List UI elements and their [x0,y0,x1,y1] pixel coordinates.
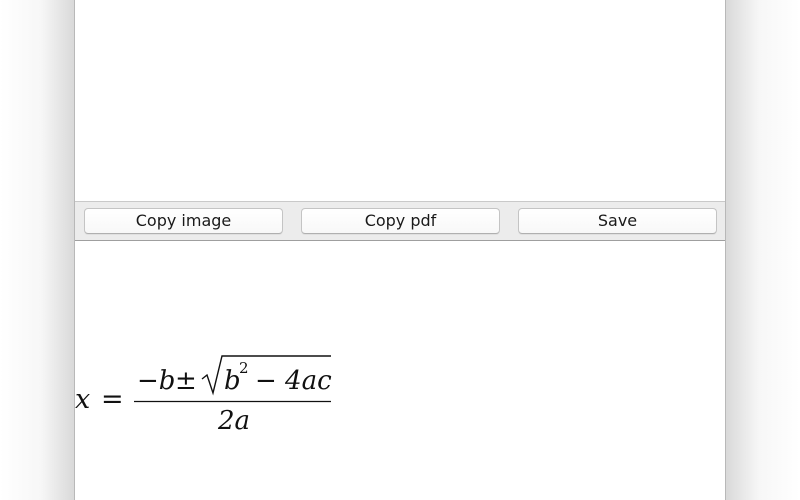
copy-image-button[interactable]: Copy image [84,208,283,234]
quadratic-formula: x = −b ± b 2 − 4ac 2a [75,353,345,443]
formula-preview-area: x = −b ± b 2 − 4ac 2a [75,241,725,500]
window-shadow-left [0,0,74,500]
formula-plus-minus: ± [175,366,197,396]
formula-render: x = −b ± b 2 − 4ac 2a [75,355,332,436]
latex-editor-area[interactable] [75,0,725,201]
formula-radicand-exponent: 2 [239,359,249,377]
copy-pdf-button[interactable]: Copy pdf [301,208,500,234]
window-shadow-right [726,0,800,500]
app-window: Copy image Copy pdf Save x = −b ± b 2 − … [74,0,726,500]
formula-lhs-variable: x [75,384,90,415]
formula-denominator: 2a [217,406,250,436]
save-button[interactable]: Save [518,208,717,234]
formula-numerator-minus-b: −b [137,366,175,396]
formula-equals-sign: = [101,384,124,415]
export-toolbar: Copy image Copy pdf Save [75,201,725,241]
desktop: Copy image Copy pdf Save x = −b ± b 2 − … [0,0,800,500]
formula-radicand-rest: − 4ac [255,366,332,396]
